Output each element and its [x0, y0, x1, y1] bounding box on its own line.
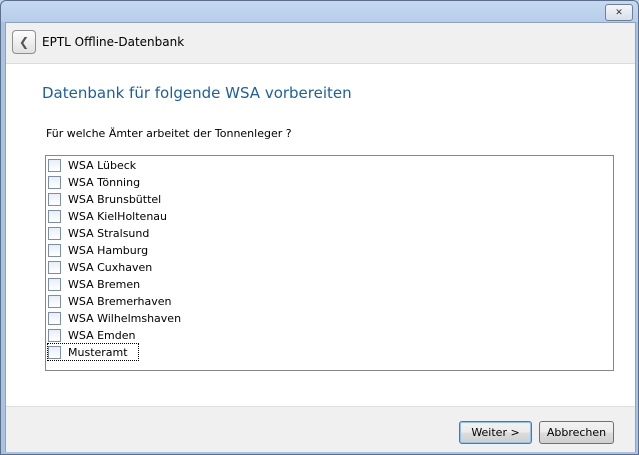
checklist-item-label: Musteramt [68, 345, 128, 359]
checkbox[interactable] [48, 243, 61, 257]
checkbox[interactable] [48, 345, 61, 359]
checklist-item[interactable]: WSA Cuxhaven [48, 259, 152, 275]
cancel-button-label: Abbrechen [546, 426, 607, 439]
checklist-item-label: WSA Tönning [68, 175, 141, 189]
checkbox[interactable] [48, 294, 61, 308]
checkbox[interactable] [48, 175, 61, 189]
checklist-item-label: WSA Cuxhaven [68, 260, 153, 274]
header-title: EPTL Offline-Datenbank [42, 35, 185, 49]
checkbox[interactable] [48, 226, 61, 240]
checklist-item[interactable]: Musteramt [47, 343, 139, 361]
wizard-header: ❮ EPTL Offline-Datenbank [6, 23, 635, 64]
checklist-item[interactable]: WSA Wilhelmshaven [48, 310, 181, 326]
checklist-item[interactable]: WSA Emden [48, 327, 135, 343]
checkbox[interactable] [48, 328, 61, 342]
page-title: Datenbank für folgende WSA vorbereiten [42, 84, 352, 102]
checklist-item[interactable]: WSA KielHoltenau [48, 208, 167, 224]
office-checklist[interactable]: WSA Lübeck WSA Tönning WSA Brunsbüttel WSA … [45, 155, 614, 371]
checkbox[interactable] [48, 277, 61, 291]
checklist-item-label: WSA Lübeck [68, 158, 137, 172]
checklist-item-label: WSA Bremen [68, 277, 141, 291]
checkbox[interactable] [48, 260, 61, 274]
back-arrow-icon: ❮ [18, 35, 30, 49]
close-button[interactable]: ✕ [605, 4, 633, 21]
next-button-label: Weiter > [471, 426, 520, 439]
checklist-item[interactable]: WSA Brunsbüttel [48, 191, 161, 207]
wizard-content: Datenbank für folgende WSA vorbereiten F… [6, 64, 635, 406]
checklist-item[interactable]: WSA Bremerhaven [48, 293, 171, 309]
wizard-footer: Weiter > Abbrechen [6, 406, 635, 452]
checkbox[interactable] [48, 311, 61, 325]
checkbox[interactable] [48, 192, 61, 206]
checklist-item[interactable]: WSA Tönning [48, 174, 140, 190]
checklist-item[interactable]: WSA Lübeck [48, 157, 136, 173]
wizard-client-area: ❮ EPTL Offline-Datenbank Datenbank für f… [5, 22, 636, 452]
close-icon: ✕ [615, 7, 623, 18]
checkbox[interactable] [48, 209, 61, 223]
checklist-item[interactable]: WSA Hamburg [48, 242, 148, 258]
checklist-item-label: WSA Brunsbüttel [68, 192, 162, 206]
wizard-window: ✕ ❮ EPTL Offline-Datenbank Datenbank für… [0, 0, 639, 455]
checkbox[interactable] [48, 158, 61, 172]
checklist-item-label: WSA Hamburg [68, 243, 149, 257]
cancel-button[interactable]: Abbrechen [539, 421, 614, 444]
checklist-item-label: WSA Bremerhaven [68, 294, 172, 308]
checklist-item-label: WSA Stralsund [68, 226, 150, 240]
checklist-item-label: WSA Wilhelmshaven [68, 311, 182, 325]
question-label: Für welche Ämter arbeitet der Tonnenlege… [46, 127, 292, 140]
checklist-item[interactable]: WSA Stralsund [48, 225, 149, 241]
checklist-item-label: WSA KielHoltenau [68, 209, 167, 223]
next-button[interactable]: Weiter > [459, 421, 532, 444]
checklist-item-label: WSA Emden [68, 328, 136, 342]
back-button[interactable]: ❮ [12, 30, 36, 54]
checklist-item[interactable]: WSA Bremen [48, 276, 140, 292]
